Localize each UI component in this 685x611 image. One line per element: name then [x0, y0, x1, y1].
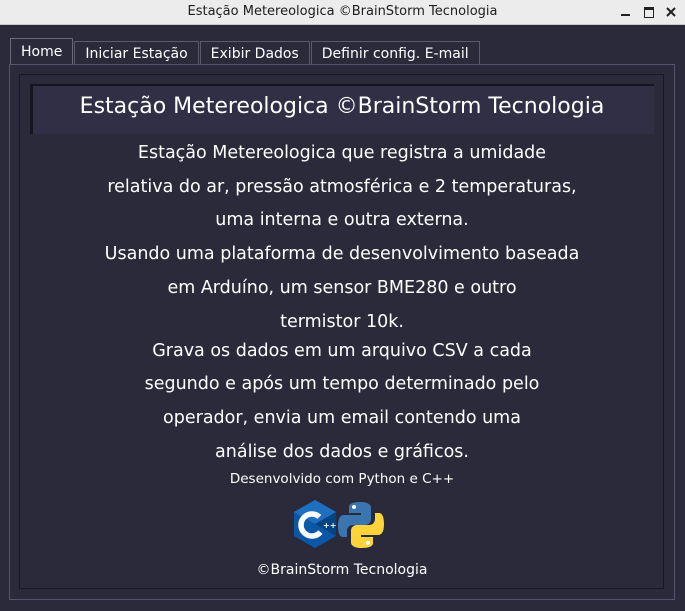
description-line: Estação Metereologica que registra a umi…	[137, 143, 547, 163]
description-line: uma interna e outra externa.	[215, 210, 469, 230]
description-line: Usando uma plataforma de desenvolvimento…	[104, 244, 580, 264]
window-title: Estação Metereologica ©BrainStorm Tecnol…	[187, 4, 498, 19]
python-logo	[338, 502, 384, 548]
developed-with-text: Desenvolvido com Python e C++	[229, 471, 455, 487]
logos: ++	[292, 498, 386, 550]
tab-definir-config-email[interactable]: Definir config. E-mail	[310, 41, 480, 65]
tab-bar: Home Iniciar Estação Exibir Dados Defini…	[10, 38, 480, 65]
copyright-text: ©BrainStorm Tecnologia	[256, 562, 428, 578]
logos-svg: ++	[294, 500, 384, 548]
tab-exibir-dados[interactable]: Exibir Dados	[199, 41, 310, 65]
description-line: em Arduíno, um sensor BME280 e outro	[167, 278, 517, 298]
description-line: termistor 10k.	[280, 312, 404, 332]
cpp-logo: ++	[294, 500, 336, 548]
description-line: relativa do ar, pressão atmosférica e 2 …	[107, 177, 577, 197]
tab-home[interactable]: Home	[10, 38, 74, 65]
description-line: análise dos dados e gráficos.	[215, 442, 469, 462]
tab-iniciar-estacao[interactable]: Iniciar Estação	[74, 41, 199, 65]
maximize-icon[interactable]	[638, 0, 660, 24]
description-line: segundo e após um tempo determinado pelo	[144, 374, 540, 394]
svg-text:++: ++	[323, 521, 336, 530]
description-line: operador, envia um email contendo uma	[163, 408, 521, 428]
description-line: Grava os dados em um arquivo CSV a cada	[152, 341, 532, 361]
page-title: Estação Metereologica ©BrainStorm Tecnol…	[79, 94, 605, 119]
minimize-icon[interactable]	[614, 0, 636, 24]
window-titlebar[interactable]: Estação Metereologica ©BrainStorm Tecnol…	[0, 0, 685, 25]
close-icon[interactable]	[660, 0, 682, 24]
